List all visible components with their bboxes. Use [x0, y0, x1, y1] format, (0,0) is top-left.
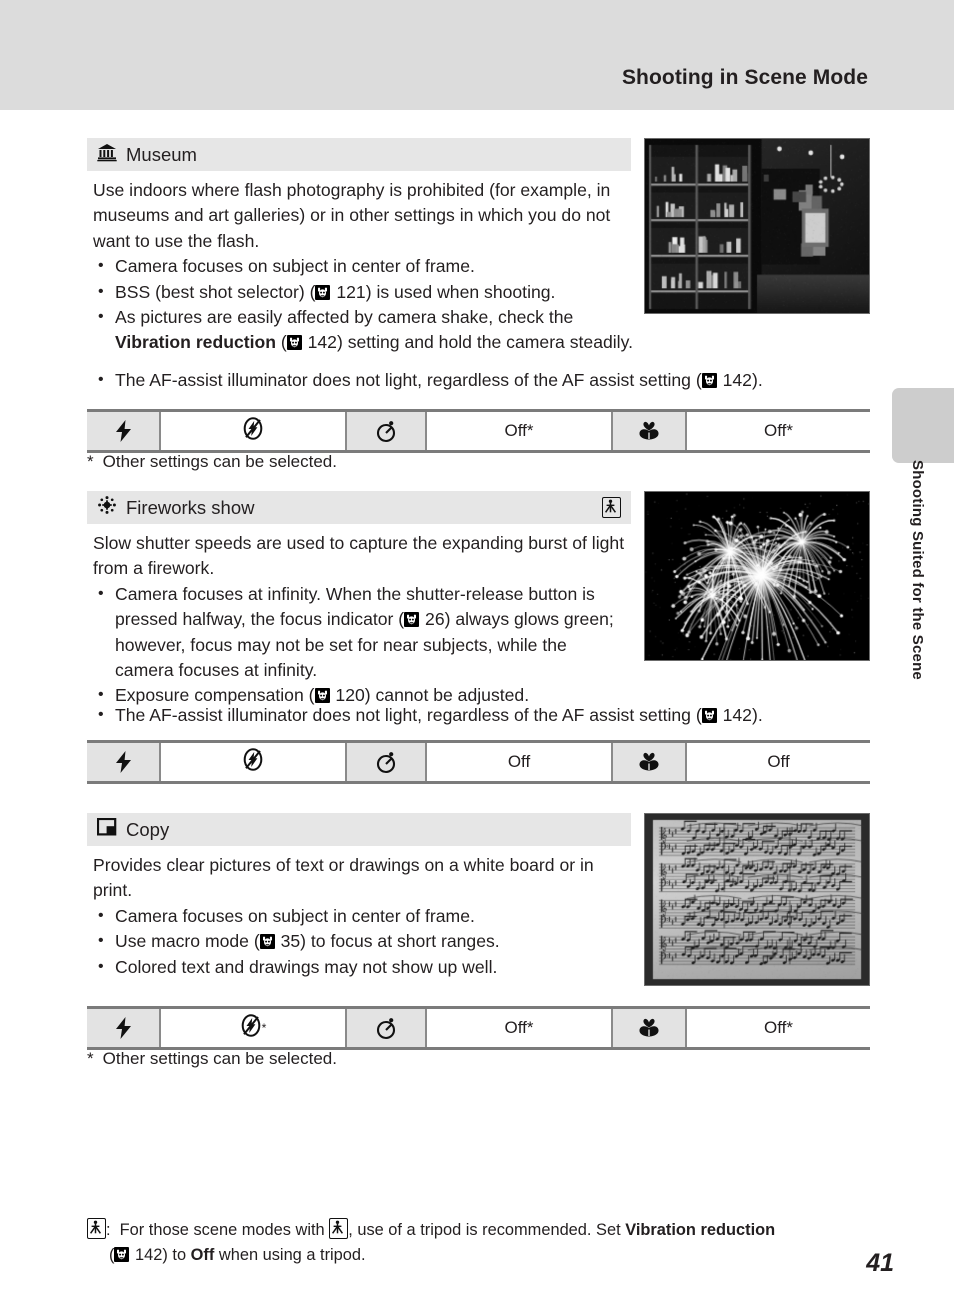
page-number: 41: [866, 1249, 894, 1277]
fireworks-bullet-af: The AF-assist illuminator does not light…: [93, 702, 883, 728]
ref-page: 142: [722, 705, 752, 725]
footnote-star: *: [87, 452, 94, 471]
flash-off-icon: [240, 1013, 262, 1043]
section-title-fireworks: Fireworks show: [126, 496, 255, 518]
page-header-band: [0, 0, 954, 110]
museum-intro: Use indoors where flash photography is p…: [93, 180, 611, 251]
self-timer-icon: [347, 743, 427, 781]
ref-page: 142: [722, 370, 752, 390]
settings-table-fireworks: Off Off: [87, 740, 870, 784]
footnote-text: Other settings can be selected.: [102, 452, 337, 471]
macro-icon: [613, 412, 687, 450]
macro-value-fireworks: Off: [687, 743, 870, 781]
side-tab-label: Shooting Suited for the Scene: [909, 460, 926, 680]
vibration-reduction-term: Vibration reduction: [115, 332, 276, 353]
flash-value-fireworks: [161, 743, 347, 781]
flash-off-icon: [242, 747, 264, 777]
fireworks-icon: [97, 495, 117, 520]
book-reference-icon: [404, 612, 420, 628]
footnote-text: Other settings can be selected.: [102, 1049, 337, 1068]
settings-table-museum: Off* Off*: [87, 409, 870, 453]
flash-icon: [87, 1009, 161, 1047]
book-reference-icon: [259, 934, 275, 950]
side-tab-marker: [892, 388, 954, 463]
section-body-copy: Provides clear pictures of text or drawi…: [93, 853, 628, 980]
fireworks-intro: Slow shutter speeds are used to capture …: [93, 533, 625, 579]
flash-value-museum: [161, 412, 347, 450]
section-title-museum: Museum: [126, 143, 197, 165]
book-reference-icon: [701, 373, 717, 388]
ref-page: 26: [425, 609, 445, 630]
list-item: Colored text and drawings may not show u…: [93, 954, 628, 980]
museum-icon: [97, 142, 117, 167]
settings-table-copy: * Off* Off*: [87, 1006, 870, 1050]
tripod-icon-inline: [329, 1218, 349, 1239]
book-reference-icon: [314, 688, 330, 704]
list-item: Camera focuses at infinity. When the shu…: [93, 581, 628, 684]
macro-value-copy: Off*: [687, 1009, 870, 1047]
footnote-tail2: when using a tripod.: [218, 1246, 366, 1264]
self-timer-icon: [347, 412, 427, 450]
footnote-bold-vr: Vibration reduction: [625, 1221, 776, 1239]
section-body-fireworks: Slow shutter speeds are used to capture …: [93, 531, 628, 709]
flash-icon: [87, 743, 161, 781]
list-item: The AF-assist illuminator does not light…: [93, 367, 883, 393]
footnote-star: *: [87, 1049, 94, 1068]
self-timer-icon: [347, 1009, 427, 1047]
list-item: Camera focuses on subject in center of f…: [93, 903, 628, 929]
sheet-music-photo: [644, 813, 870, 986]
list-item: As pictures are easily affected by camer…: [93, 304, 633, 356]
macro-icon: [613, 743, 687, 781]
section-header-copy: Copy: [87, 813, 631, 846]
tripod-icon: [87, 1218, 106, 1239]
list-item: Camera focuses on subject in center of f…: [93, 253, 633, 279]
section-header-museum: Museum: [87, 138, 631, 171]
book-reference-icon: [114, 1247, 130, 1262]
copy-icon: [96, 817, 117, 841]
page-footnote: : For those scene modes with , use of a …: [87, 1218, 897, 1268]
book-reference-icon: [286, 335, 302, 351]
section-body-museum: Use indoors where flash photography is p…: [93, 178, 633, 356]
flash-off-icon: [242, 416, 264, 446]
museum-bullet-list: Camera focuses on subject in center of f…: [93, 253, 633, 356]
ref-page: 142: [307, 332, 337, 353]
ref-page: 35: [280, 931, 301, 952]
museum-bullet-af: The AF-assist illuminator does not light…: [93, 367, 883, 393]
flash-value-copy-star: *: [261, 1021, 267, 1035]
footnote-lead: For those scene modes with: [119, 1221, 325, 1239]
book-reference-icon: [315, 284, 331, 300]
flash-icon: [87, 412, 161, 450]
self-timer-value-fireworks: Off: [427, 743, 613, 781]
page-title: Shooting in Scene Mode: [621, 66, 868, 89]
fireworks-photo: [644, 491, 870, 661]
copy-intro: Provides clear pictures of text or drawi…: [93, 855, 594, 901]
self-timer-value-museum: Off*: [427, 412, 613, 450]
footnote-museum: * Other settings can be selected.: [87, 452, 337, 472]
self-timer-value-copy: Off*: [427, 1009, 613, 1047]
manual-page: Shooting in Scene Mode Shooting Suited f…: [0, 0, 954, 1314]
tripod-recommended-icon: [602, 496, 621, 519]
macro-value-museum: Off*: [687, 412, 870, 450]
book-reference-icon: [701, 708, 717, 723]
list-item: BSS (best shot selector) ( 121) is used …: [93, 279, 633, 305]
footnote-copy: * Other settings can be selected.: [87, 1049, 337, 1069]
macro-icon: [613, 1009, 687, 1047]
ref-page: 121: [336, 281, 366, 302]
fireworks-bullet-list: Camera focuses at infinity. When the shu…: [93, 581, 628, 709]
museum-interior-photo: [644, 138, 870, 314]
flash-value-copy: *: [161, 1009, 347, 1047]
list-item: The AF-assist illuminator does not light…: [93, 702, 883, 728]
copy-bullet-list: Camera focuses on subject in center of f…: [93, 903, 628, 980]
section-title-copy: Copy: [126, 818, 170, 840]
footnote-tail1: ) to: [162, 1246, 187, 1264]
footnote-mid: , use of a tripod is recommended. Set: [348, 1221, 621, 1239]
footnote-bold-off: Off: [190, 1246, 215, 1264]
section-header-fireworks: Fireworks show: [87, 491, 631, 524]
list-item: Use macro mode ( 35) to focus at short r…: [93, 928, 628, 954]
ref-page: 142: [135, 1246, 163, 1264]
